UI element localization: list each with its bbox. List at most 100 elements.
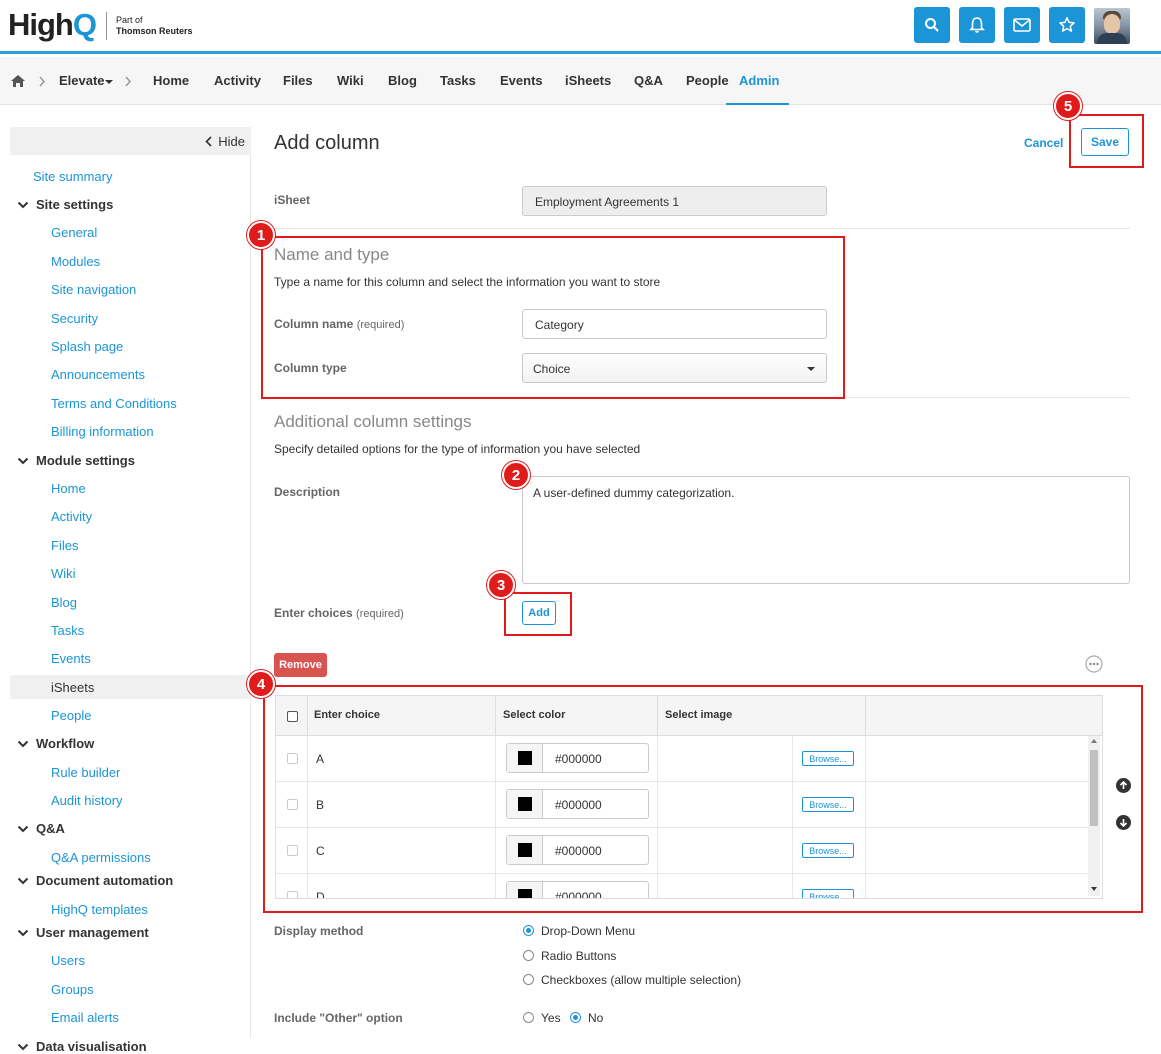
sidebar-group-site-settings[interactable]: Site settings bbox=[36, 197, 113, 212]
additional-settings-description: Specify detailed options for the type of… bbox=[274, 442, 641, 456]
annotation-marker-1: 1 bbox=[247, 221, 275, 249]
more-options-icon[interactable] bbox=[1085, 655, 1103, 673]
sidebar-group-workflow[interactable]: Workflow bbox=[36, 736, 94, 751]
divider bbox=[262, 228, 1130, 229]
sidebar-site-summary[interactable]: Site summary bbox=[33, 169, 112, 184]
sidebar-item-audit-history[interactable]: Audit history bbox=[51, 793, 123, 808]
logo-divider bbox=[106, 12, 107, 40]
sidebar-item-files[interactable]: Files bbox=[51, 538, 78, 553]
chevron-down-icon[interactable] bbox=[16, 874, 30, 888]
bell-icon bbox=[969, 17, 985, 33]
highq-logo[interactable]: HighQ bbox=[8, 7, 97, 43]
annotation-box-4 bbox=[263, 685, 1143, 913]
sidebar-item-terms-and-conditions[interactable]: Terms and Conditions bbox=[51, 396, 177, 411]
search-button[interactable] bbox=[914, 7, 950, 43]
messages-button[interactable] bbox=[1004, 7, 1040, 43]
sidebar-active-highlight bbox=[10, 674, 251, 699]
nav-blog[interactable]: Blog bbox=[388, 57, 417, 105]
notifications-button[interactable] bbox=[959, 7, 995, 43]
chevron-down-icon[interactable] bbox=[16, 198, 30, 212]
home-icon[interactable] bbox=[10, 74, 26, 88]
display-method-label: Display method bbox=[274, 924, 364, 938]
sidebar-item-splash-page[interactable]: Splash page bbox=[51, 339, 123, 354]
sidebar-item-groups[interactable]: Groups bbox=[51, 982, 94, 997]
sidebar-item-general[interactable]: General bbox=[51, 225, 97, 240]
chevron-down-icon[interactable] bbox=[16, 737, 30, 751]
cancel-link[interactable]: Cancel bbox=[1024, 136, 1063, 150]
description-label: Description bbox=[274, 485, 341, 499]
include-other-label: Include "Other" option bbox=[274, 1011, 403, 1025]
sidebar-item-isheets[interactable]: iSheets bbox=[51, 680, 94, 695]
annotation-marker-3: 3 bbox=[487, 571, 515, 599]
sidebar-item-activity[interactable]: Activity bbox=[51, 509, 92, 524]
nav-tasks[interactable]: Tasks bbox=[440, 57, 476, 105]
logo-tagline: Part of Thomson Reuters bbox=[116, 15, 193, 36]
additional-settings-heading: Additional column settings bbox=[274, 412, 472, 431]
nav-qa[interactable]: Q&A bbox=[634, 57, 663, 105]
sidebar-item-home[interactable]: Home bbox=[51, 481, 86, 496]
sidebar-item-rule-builder[interactable]: Rule builder bbox=[51, 765, 120, 780]
chevron-left-icon bbox=[205, 136, 212, 147]
radio-other-yes[interactable] bbox=[523, 1012, 534, 1023]
radio-radio-buttons-label[interactable]: Radio Buttons bbox=[541, 949, 616, 963]
annotation-marker-4: 4 bbox=[247, 670, 275, 698]
sidebar-item-email-alerts[interactable]: Email alerts bbox=[51, 1010, 119, 1025]
sidebar-group-document-automation[interactable]: Document automation bbox=[36, 873, 173, 888]
sidebar-item-site-navigation[interactable]: Site navigation bbox=[51, 282, 136, 297]
sidebar-item-highq-templates[interactable]: HighQ templates bbox=[51, 902, 148, 917]
isheet-label: iSheet bbox=[274, 193, 311, 207]
mail-icon bbox=[1013, 18, 1031, 32]
annotation-box-5 bbox=[1069, 114, 1144, 168]
sidebar-item-modules[interactable]: Modules bbox=[51, 254, 100, 269]
sidebar-group-q-a[interactable]: Q&A bbox=[36, 821, 65, 836]
sidebar-item-billing-information[interactable]: Billing information bbox=[51, 424, 154, 439]
sidebar-hide-bar: Hide bbox=[10, 127, 251, 155]
chevron-down-icon[interactable] bbox=[16, 454, 30, 468]
top-header: HighQ Part of Thomson Reuters bbox=[0, 0, 1161, 54]
description-textarea[interactable]: A user-defined dummy categorization. bbox=[522, 476, 1130, 584]
hide-sidebar-button[interactable]: Hide bbox=[205, 134, 245, 149]
sidebar-item-q-a-permissions[interactable]: Q&A permissions bbox=[51, 850, 151, 865]
nav-activity[interactable]: Activity bbox=[214, 57, 261, 105]
star-icon bbox=[1059, 17, 1075, 32]
sidebar-item-security[interactable]: Security bbox=[51, 311, 98, 326]
nav-wiki[interactable]: Wiki bbox=[337, 57, 364, 105]
annotation-box-3 bbox=[504, 592, 572, 636]
radio-other-no-label[interactable]: No bbox=[588, 1011, 603, 1025]
radio-other-yes-label[interactable]: Yes bbox=[541, 1011, 561, 1025]
nav-events[interactable]: Events bbox=[500, 57, 543, 105]
search-icon bbox=[925, 18, 939, 32]
sidebar-group-user-management[interactable]: User management bbox=[36, 925, 149, 940]
nav-people[interactable]: People bbox=[686, 57, 729, 105]
nav-isheets[interactable]: iSheets bbox=[565, 57, 611, 105]
sidebar-item-announcements[interactable]: Announcements bbox=[51, 367, 145, 382]
nav-home[interactable]: Home bbox=[153, 57, 189, 105]
sidebar-item-wiki[interactable]: Wiki bbox=[51, 566, 76, 581]
favourites-button[interactable] bbox=[1049, 7, 1085, 43]
sidebar-group-module-settings[interactable]: Module settings bbox=[36, 453, 135, 468]
sidebar-item-users[interactable]: Users bbox=[51, 953, 85, 968]
nav-admin[interactable]: Admin bbox=[726, 57, 789, 105]
isheet-field: Employment Agreements 1 bbox=[522, 186, 827, 216]
remove-button[interactable]: Remove bbox=[274, 653, 327, 677]
user-avatar[interactable] bbox=[1094, 8, 1130, 44]
chevron-down-icon[interactable] bbox=[16, 1040, 30, 1054]
sidebar-item-people[interactable]: People bbox=[51, 708, 91, 723]
sidebar-item-events[interactable]: Events bbox=[51, 651, 91, 666]
chevron-down-icon[interactable] bbox=[16, 926, 30, 940]
page-title: Add column bbox=[274, 132, 380, 154]
nav-files[interactable]: Files bbox=[283, 57, 313, 105]
annotation-marker-2: 2 bbox=[502, 461, 530, 489]
sidebar-group-data-visualisation[interactable]: Data visualisation bbox=[36, 1039, 147, 1054]
radio-other-no[interactable] bbox=[570, 1012, 581, 1023]
site-dropdown[interactable]: Elevate bbox=[59, 57, 105, 105]
sidebar-item-tasks[interactable]: Tasks bbox=[51, 623, 84, 638]
radio-dropdown-menu-label[interactable]: Drop-Down Menu bbox=[541, 924, 635, 938]
caret-down-icon bbox=[105, 80, 113, 84]
radio-radio-buttons[interactable] bbox=[523, 950, 534, 961]
radio-checkboxes-label[interactable]: Checkboxes (allow multiple selection) bbox=[541, 973, 741, 987]
chevron-down-icon[interactable] bbox=[16, 822, 30, 836]
radio-checkboxes[interactable] bbox=[523, 974, 534, 985]
radio-dropdown-menu[interactable] bbox=[523, 925, 534, 936]
sidebar-item-blog[interactable]: Blog bbox=[51, 595, 77, 610]
